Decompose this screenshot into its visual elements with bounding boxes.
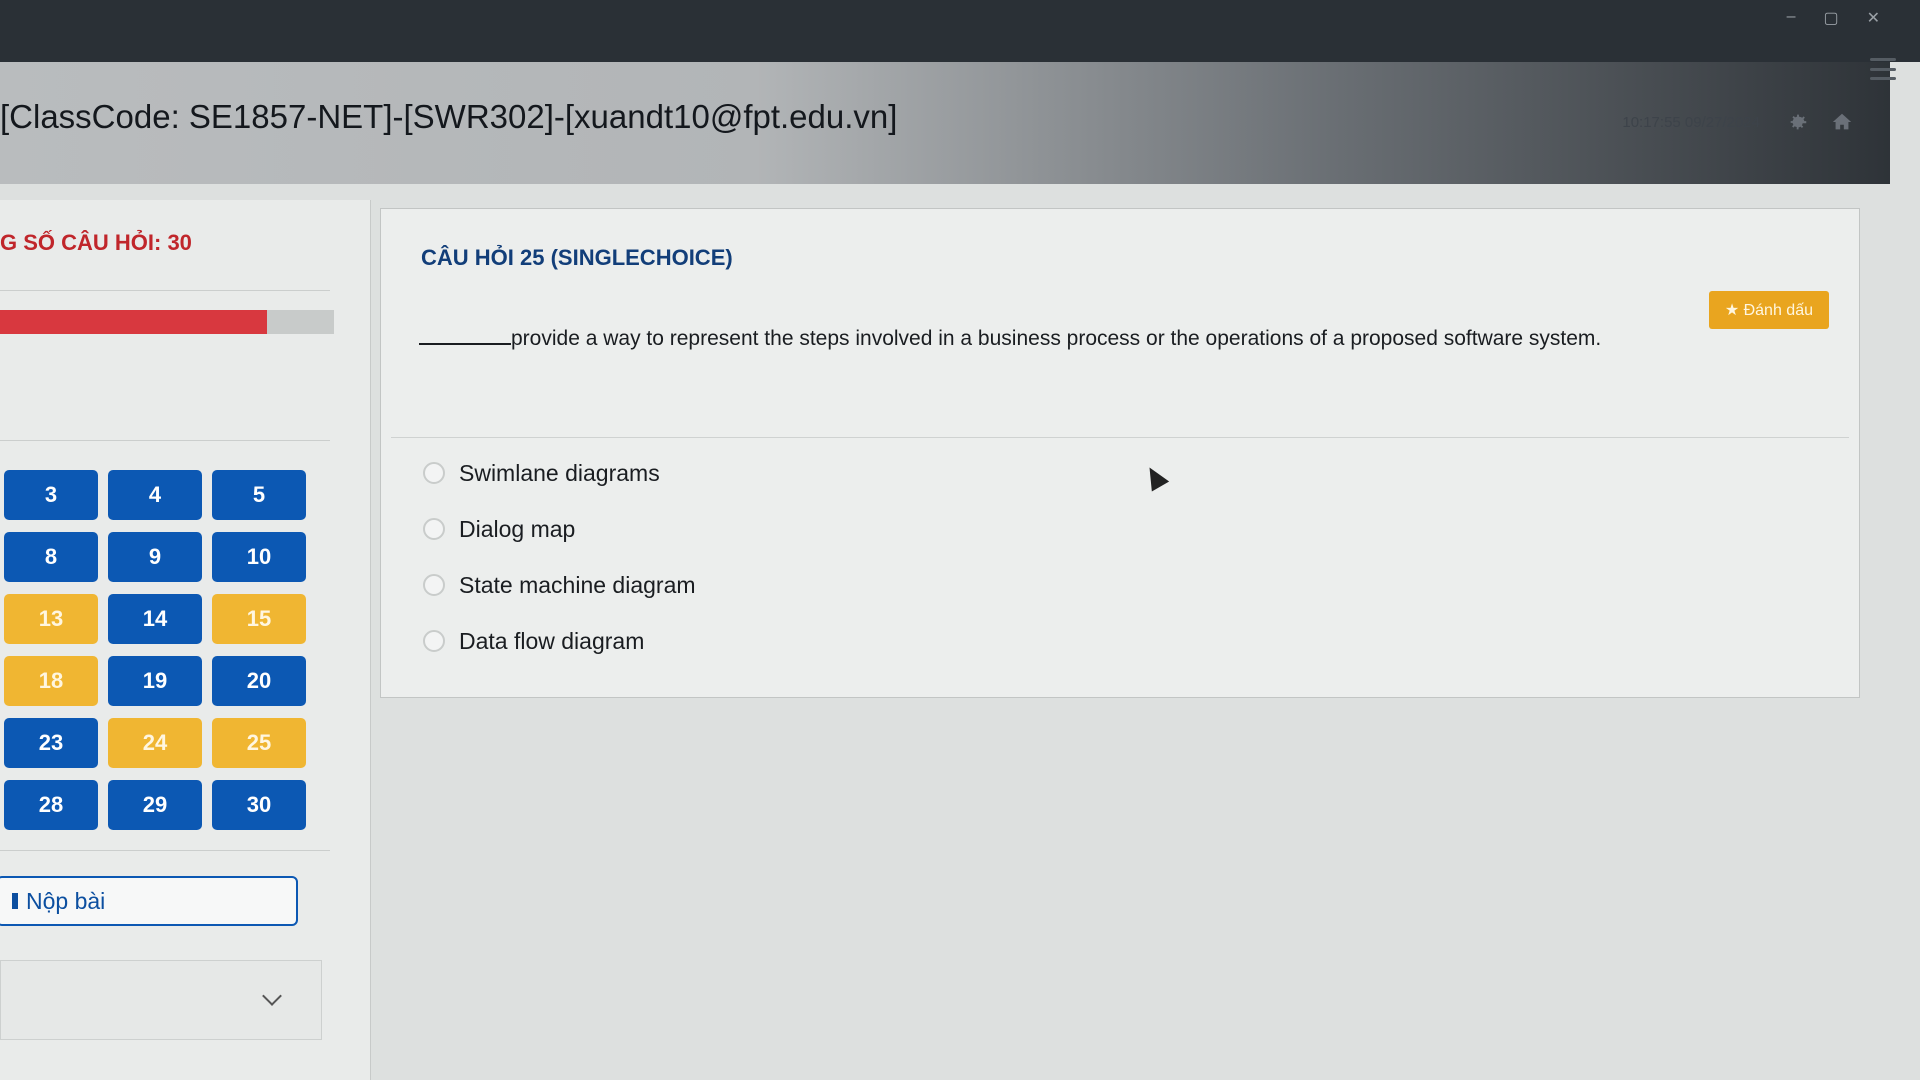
question-button[interactable]: 18 (4, 656, 98, 706)
menu-icon[interactable] (1870, 58, 1896, 80)
divider (0, 850, 330, 851)
question-title: CÂU HỎI 25 (SINGLECHOICE) (421, 245, 733, 270)
minimize-icon[interactable]: – (1787, 8, 1796, 28)
question-button[interactable]: 8 (4, 532, 98, 582)
submit-label: Nộp bài (26, 887, 106, 914)
question-button[interactable]: 15 (212, 594, 306, 644)
radio-button[interactable] (423, 574, 445, 596)
question-button[interactable]: 30 (212, 780, 306, 830)
question-sidebar: G SỐ CÂU HỎI: 30 3 4 5 8 9 10 13 14 15 18 19 20 23 24… (0, 200, 371, 1080)
answer-option[interactable]: State machine diagram (423, 557, 696, 613)
question-text-body: provide a way to represent the steps inv… (511, 327, 1602, 350)
question-button[interactable]: 13 (4, 594, 98, 644)
progress-bar (0, 310, 334, 334)
question-button[interactable]: 19 (108, 656, 202, 706)
question-button[interactable]: 24 (108, 718, 202, 768)
maximize-icon[interactable]: ▢ (1823, 8, 1838, 28)
gear-icon[interactable] (1786, 110, 1810, 134)
answer-option-label: Dialog map (459, 515, 576, 542)
home-icon[interactable] (1830, 110, 1854, 134)
answer-option-label: Swimlane diagrams (459, 459, 660, 486)
radio-button[interactable] (423, 630, 445, 652)
answer-option-label: State machine diagram (459, 571, 696, 598)
question-button[interactable]: 25 (212, 718, 306, 768)
question-grid: 3 4 5 8 9 10 13 14 15 18 19 20 23 24 25 28 29 30 (4, 470, 306, 830)
question-button[interactable]: 29 (108, 780, 202, 830)
chevron-down-icon[interactable] (262, 986, 282, 1006)
divider (0, 440, 330, 441)
app-header: [ClassCode: SE1857-NET]-[SWR302]-[xuandt… (0, 62, 1890, 184)
question-text: provide a way to represent the steps inv… (419, 327, 1601, 351)
window-titlebar: – ▢ ✕ (0, 0, 1920, 62)
answer-option[interactable]: Swimlane diagrams (423, 445, 696, 501)
datetime-label: 10:17:55 09/27/2024 (1622, 114, 1760, 131)
close-icon[interactable]: ✕ (1867, 8, 1880, 28)
collapse-panel[interactable] (0, 960, 322, 1040)
submit-icon (12, 893, 18, 909)
question-button[interactable]: 23 (4, 718, 98, 768)
divider (391, 437, 1849, 438)
radio-button[interactable] (423, 462, 445, 484)
answer-options: Swimlane diagrams Dialog map State machine… (423, 445, 696, 669)
progress-fill (0, 310, 268, 334)
page-title: [ClassCode: SE1857-NET]-[SWR302]-[xuandt… (0, 98, 898, 135)
answer-option[interactable]: Dialog map (423, 501, 696, 557)
bookmark-button[interactable]: ★ Đánh dấu (1708, 291, 1829, 329)
question-button[interactable]: 28 (4, 780, 98, 830)
divider (0, 290, 330, 291)
question-button[interactable]: 14 (108, 594, 202, 644)
question-button[interactable]: 9 (108, 532, 202, 582)
question-button[interactable]: 20 (212, 656, 306, 706)
answer-option-label: Data flow diagram (459, 627, 645, 654)
submit-button[interactable]: Nộp bài (0, 876, 298, 926)
blank-line (419, 343, 511, 345)
total-questions-label: G SỐ CÂU HỎI: 30 (0, 230, 192, 255)
window-controls: – ▢ ✕ (1787, 8, 1880, 28)
question-panel: CÂU HỎI 25 (SINGLECHOICE) ★ Đánh dấu pro… (380, 208, 1860, 698)
question-button[interactable]: 10 (212, 532, 306, 582)
radio-button[interactable] (423, 518, 445, 540)
question-button[interactable]: 3 (4, 470, 98, 520)
question-button[interactable]: 5 (212, 470, 306, 520)
question-button[interactable]: 4 (108, 470, 202, 520)
answer-option[interactable]: Data flow diagram (423, 613, 696, 669)
